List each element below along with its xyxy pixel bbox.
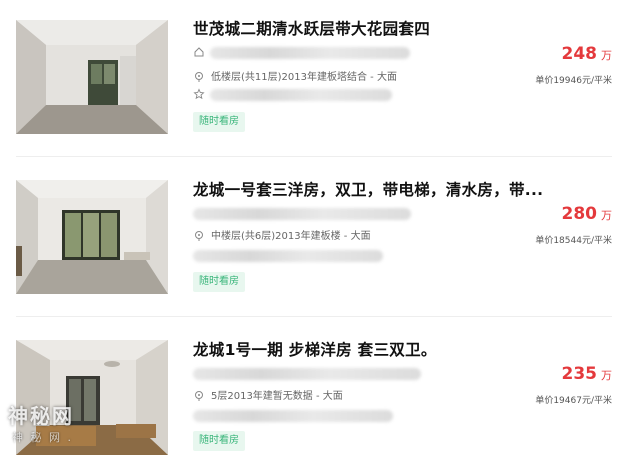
listing-floor-row: 5层2013年建暂无数据 - 大面	[193, 387, 343, 403]
total-price: 280 万	[562, 204, 613, 224]
unit-price: 单价18544元/平米	[535, 236, 612, 246]
watermark: 神秘网	[8, 404, 74, 428]
blurred-community	[193, 368, 421, 380]
home-icon	[193, 46, 205, 58]
price-unit: 万	[601, 369, 612, 382]
listing-title[interactable]: 龙城1号一期 步梯洋房 套三双卫。	[193, 338, 437, 360]
location-icon	[193, 230, 205, 242]
visit-anytime-tag: 随时看房	[193, 431, 245, 451]
location-icon	[193, 390, 205, 402]
divider	[16, 156, 612, 157]
blurred-follow-info	[193, 410, 393, 422]
blurred-community	[210, 47, 410, 59]
visit-anytime-tag: 随时看房	[193, 112, 245, 132]
unit-price: 单价19946元/平米	[535, 76, 612, 86]
price-value: 235	[561, 364, 598, 384]
floor-info: 5层2013年建暂无数据 - 大面	[211, 391, 343, 402]
listing-floor-row: 中楼层(共6层)2013年建板楼 - 大面	[193, 227, 371, 243]
price-value: 280	[561, 204, 598, 224]
listing-title[interactable]: 世茂城二期清水跃层带大花园套四	[193, 17, 430, 39]
visit-anytime-tag: 随时看房	[193, 272, 245, 292]
location-icon	[193, 71, 205, 83]
listing-community-row	[193, 46, 211, 62]
blurred-follow-info	[193, 250, 383, 262]
floor-info: 低楼层(共11层)2013年建板塔结合 - 大面	[211, 72, 397, 83]
listing-follow-row	[193, 88, 211, 104]
watermark-sub: 神 秘 网 .	[12, 431, 73, 444]
unit-price: 单价19467元/平米	[535, 396, 612, 406]
listing-photo[interactable]	[16, 20, 168, 134]
price-unit: 万	[601, 209, 612, 222]
blurred-community	[193, 208, 411, 220]
price-unit: 万	[601, 49, 612, 62]
listing-photo[interactable]	[16, 180, 168, 294]
divider	[16, 316, 612, 317]
listing-title[interactable]: 龙城一号套三洋房，双卫，带电梯，清水房，带...	[193, 178, 543, 200]
total-price: 235 万	[562, 364, 613, 384]
floor-info: 中楼层(共6层)2013年建板楼 - 大面	[211, 231, 371, 242]
star-icon	[193, 88, 205, 100]
price-value: 248	[561, 44, 598, 64]
total-price: 248 万	[562, 44, 613, 64]
listing-floor-row: 低楼层(共11层)2013年建板塔结合 - 大面	[193, 68, 397, 84]
blurred-follow-info	[210, 89, 392, 101]
